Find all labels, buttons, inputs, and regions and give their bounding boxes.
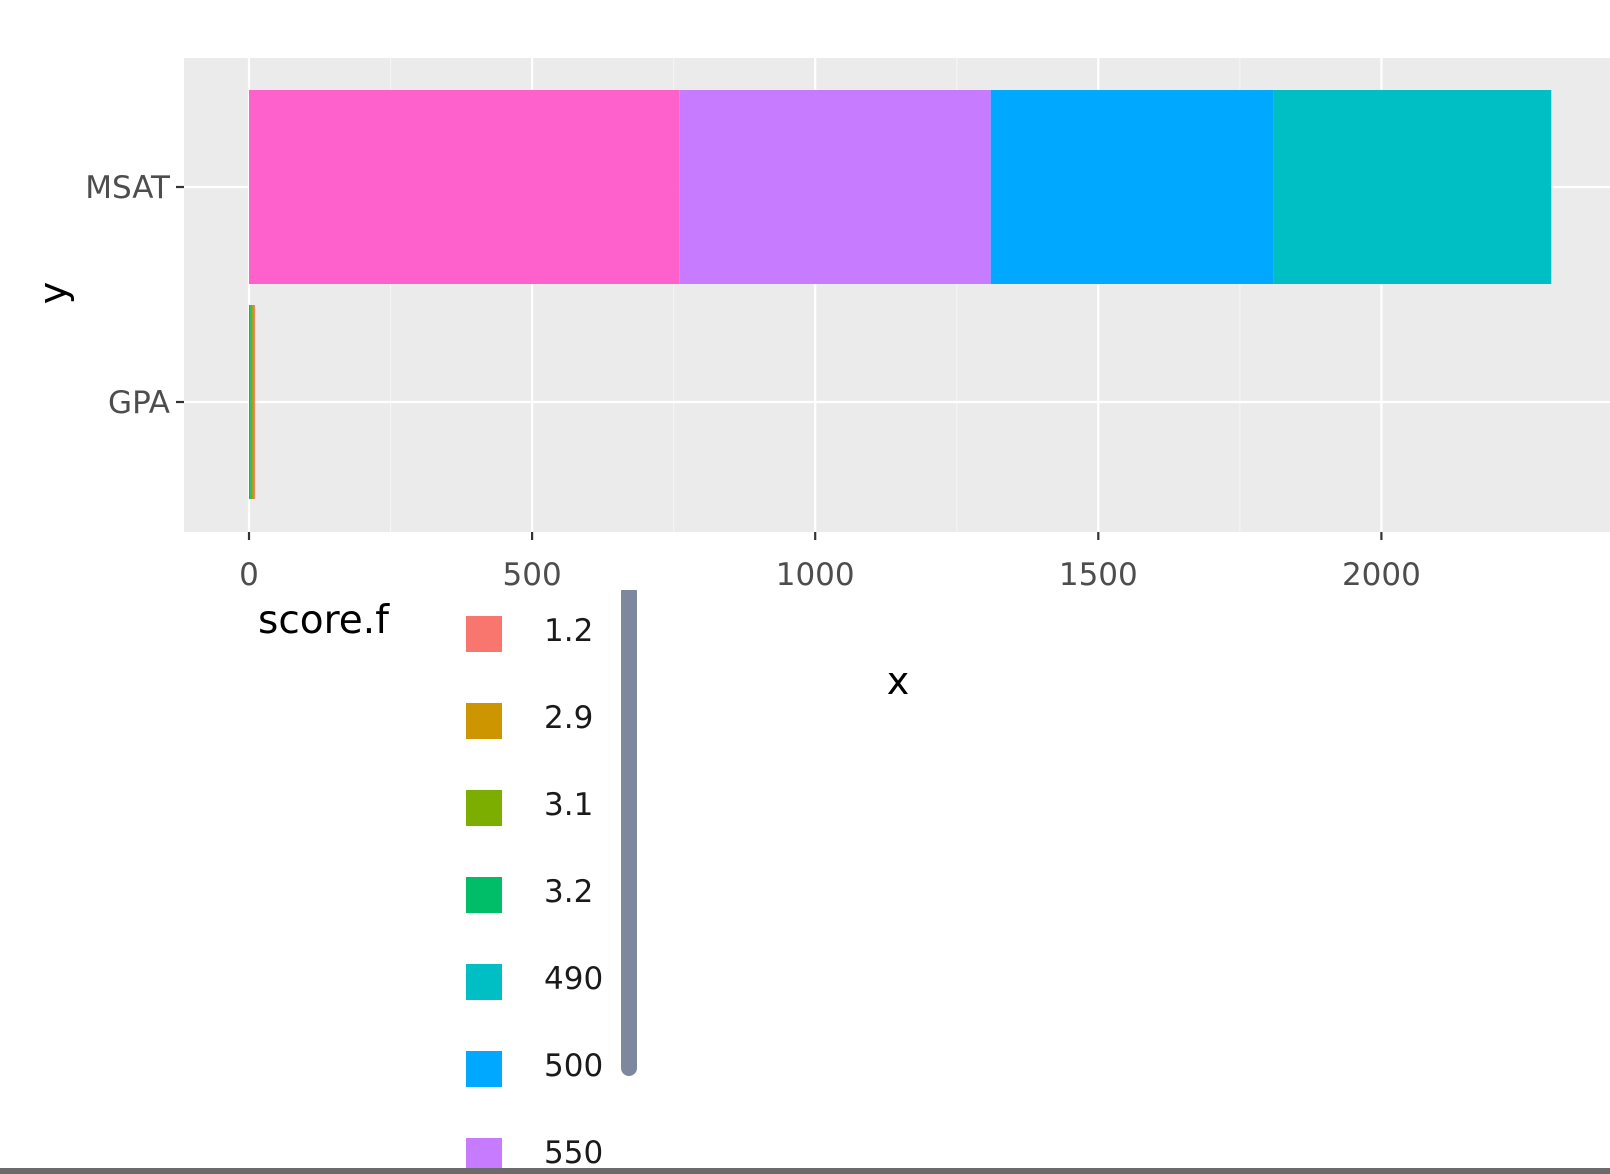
bar-gpa-3-1: [250, 305, 253, 499]
x-axis: 0 500 1000 1500 2000: [239, 532, 1421, 593]
chart-figure: GPA MSAT 0 500 1000 1500 2000 x y score.f 1.2…: [0, 0, 1610, 1174]
bar-gpa-1-2: [254, 305, 256, 499]
legend-item: 3.1: [466, 787, 646, 830]
bar-msat-500: [990, 90, 1274, 284]
window-bottom-edge: [0, 1168, 1610, 1174]
y-axis-title: y: [31, 282, 75, 305]
legend-label: 3.2: [544, 874, 594, 910]
legend-item: 2.9: [466, 700, 646, 743]
legend-swatch: [466, 703, 502, 739]
x-tick-label: 1000: [776, 557, 855, 593]
legend-item: 3.2: [466, 874, 646, 917]
legend-label: 550: [544, 1135, 604, 1171]
x-tick-label: 1500: [1059, 557, 1138, 593]
x-axis-title: x: [887, 659, 910, 703]
legend-title: score.f: [258, 598, 389, 643]
chart-plot: GPA MSAT 0 500 1000 1500 2000 x y: [31, 58, 1610, 703]
legend-item: 1.2: [466, 613, 646, 656]
legend-swatch: [466, 616, 502, 652]
legend-label: 3.1: [544, 787, 594, 823]
bar-gpa-3-2: [249, 305, 251, 499]
bar-msat-760: [249, 90, 680, 284]
legend: score.f 1.2 2.9 3.1 3.2 490 500 550: [250, 590, 650, 1174]
x-tick-label: 500: [503, 557, 562, 593]
legend-label: 1.2: [544, 613, 594, 649]
legend-swatch: [466, 877, 502, 913]
legend-swatch: [466, 790, 502, 826]
legend-item: 490: [466, 961, 646, 1004]
bar-msat-550: [679, 90, 991, 284]
legend-label: 500: [544, 1048, 604, 1084]
legend-label: 490: [544, 961, 604, 997]
x-tick-label: 0: [239, 557, 259, 593]
legend-item: 500: [466, 1048, 646, 1091]
bar-gpa-2-9: [252, 305, 255, 499]
y-tick-label: GPA: [108, 385, 170, 421]
legend-swatch: [466, 964, 502, 1000]
x-tick-label: 2000: [1342, 557, 1421, 593]
legend-label: 2.9: [544, 700, 594, 736]
y-tick-label: MSAT: [85, 170, 171, 206]
bar-msat-490: [1273, 90, 1552, 284]
legend-swatch: [466, 1051, 502, 1087]
legend-scrollbar[interactable]: [621, 590, 637, 1076]
y-axis: GPA MSAT: [85, 170, 184, 421]
